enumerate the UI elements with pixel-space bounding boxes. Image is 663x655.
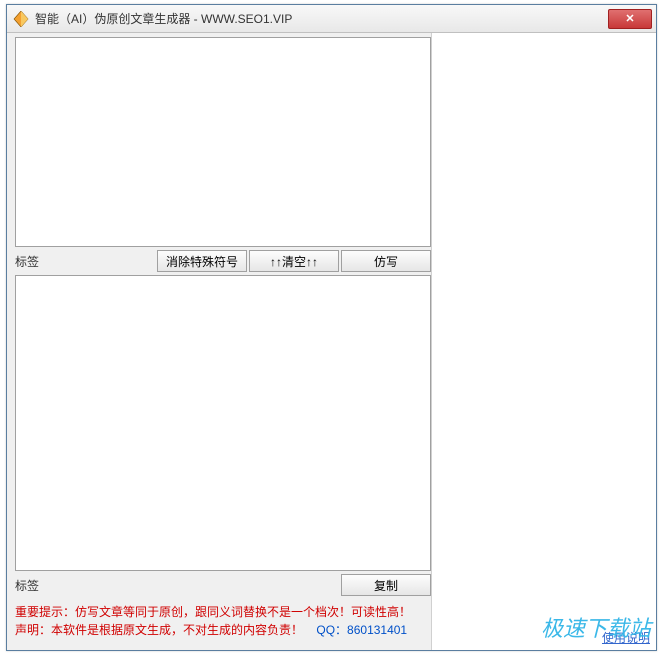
notice-line1: 重要提示：仿写文章等同于原创，跟同义词替换不是一个档次！可读性高！ xyxy=(15,605,411,619)
close-button[interactable]: ✕ xyxy=(608,9,652,29)
usage-link[interactable]: 使用说明 xyxy=(602,629,650,646)
notice-text: 重要提示：仿写文章等同于原创，跟同义词替换不是一个档次！可读性高！ 声明：本软件… xyxy=(15,603,431,639)
notice-qq: QQ：860131401 xyxy=(316,623,407,637)
titlebar: 智能（AI）伪原创文章生成器 - WWW.SEO1.VIP ✕ xyxy=(7,5,656,33)
input-textarea[interactable] xyxy=(15,37,431,247)
clear-special-button[interactable]: 消除特殊符号 xyxy=(157,250,247,272)
clear-button[interactable]: ↑↑清空↑↑ xyxy=(249,250,339,272)
right-panel: 使用说明 xyxy=(431,33,656,650)
app-icon xyxy=(13,11,29,27)
top-toolbar: 标签 消除特殊符号 ↑↑清空↑↑ 仿写 xyxy=(15,249,431,273)
bottom-toolbar: 标签 复制 xyxy=(15,573,431,597)
top-label: 标签 xyxy=(15,253,39,270)
rewrite-button[interactable]: 仿写 xyxy=(341,250,431,272)
window-title: 智能（AI）伪原创文章生成器 - WWW.SEO1.VIP xyxy=(35,10,608,27)
notice-line2a: 声明：本软件是根据原文生成，不对生成的内容负责！ xyxy=(15,623,303,637)
client-area: 标签 消除特殊符号 ↑↑清空↑↑ 仿写 标签 复制 重要提示：仿写文章等同于原创… xyxy=(7,33,656,650)
app-window: 智能（AI）伪原创文章生成器 - WWW.SEO1.VIP ✕ 标签 消除特殊符… xyxy=(6,4,657,651)
left-panel: 标签 消除特殊符号 ↑↑清空↑↑ 仿写 标签 复制 重要提示：仿写文章等同于原创… xyxy=(7,33,431,650)
bottom-label: 标签 xyxy=(15,577,39,594)
copy-button[interactable]: 复制 xyxy=(341,574,431,596)
output-textarea[interactable] xyxy=(15,275,431,571)
